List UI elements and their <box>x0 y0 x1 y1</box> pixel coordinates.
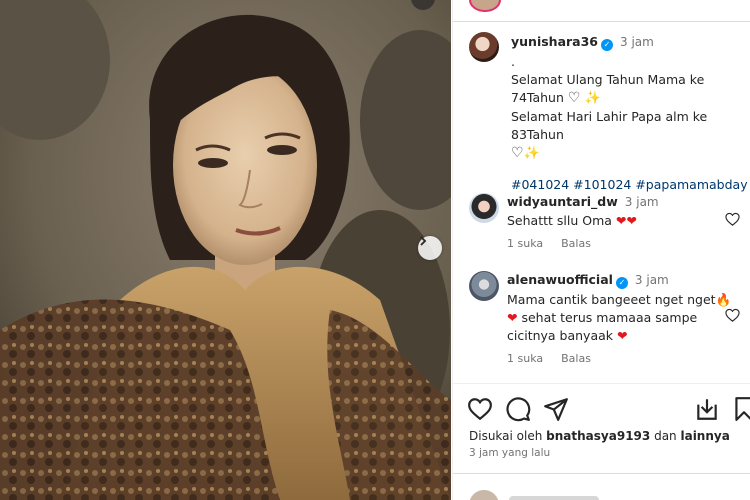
fire-emoji: 🔥 <box>715 292 732 307</box>
likes-prefix: Disukai oleh <box>469 429 543 443</box>
heart-icon[interactable] <box>467 396 493 422</box>
caption-line-4: ♡✨ <box>511 144 750 163</box>
comment-icon[interactable] <box>505 396 531 422</box>
add-comment-bar <box>453 473 750 500</box>
chevron-right-icon <box>420 236 427 246</box>
comment-1: widyauntari_dw 3 jam Sehattt sllu Oma ❤❤ … <box>469 193 737 250</box>
comment-like-heart-icon[interactable] <box>725 212 740 227</box>
portrait-photo <box>0 0 451 500</box>
comment-meta: 1 suka Balas <box>507 352 747 365</box>
outline-heart-emoji: ♡ <box>567 90 581 106</box>
likes-others-link[interactable]: lainnya <box>680 429 729 443</box>
post-photo <box>0 0 451 500</box>
caption-line-3: Selamat Hari Lahir Papa alm ke 83Tahun <box>511 109 708 142</box>
bookmark-icon[interactable] <box>731 396 750 422</box>
verified-badge-icon: ✓ <box>615 277 628 289</box>
red-heart-emoji: ❤ <box>615 213 627 228</box>
current-user-avatar <box>469 490 499 500</box>
save-to-collection-icon[interactable] <box>694 396 720 422</box>
header-avatar[interactable] <box>469 0 501 12</box>
likes-summary: Disukai oleh bnathasya9193 dan lainnya <box>469 429 730 443</box>
comment-2: alenawuofficial ✓ 3 jam Mama cantik bangee… <box>469 271 747 365</box>
likes-connector: dan <box>654 429 677 443</box>
comment-time[interactable]: 3 jam <box>625 195 659 209</box>
comment-time[interactable]: 3 jam <box>635 273 669 287</box>
red-heart-emoji: ❤ <box>626 213 637 228</box>
comment-text: Mama cantik bangeeet nget nget🔥 ❤ sehat … <box>507 292 732 343</box>
caption-hashtags[interactable]: #041024 #101024 #papamamabday <box>511 177 750 192</box>
red-heart-emoji: ❤ <box>617 328 628 343</box>
comment-reply-button[interactable]: Balas <box>561 237 591 250</box>
commenter-avatar[interactable] <box>469 193 499 223</box>
author-username[interactable]: yunishara36 <box>511 34 598 49</box>
comment-username[interactable]: alenawuofficial <box>507 272 613 287</box>
commenter-avatar[interactable] <box>469 271 499 301</box>
author-avatar[interactable] <box>469 32 499 62</box>
comment-reply-button[interactable]: Balas <box>561 352 591 365</box>
sparkles-emoji: ✨ <box>523 146 540 161</box>
comment-meta: 1 suka Balas <box>507 237 737 250</box>
comment-like-count[interactable]: 1 suka <box>507 352 543 365</box>
posted-time[interactable]: 3 jam yang lalu <box>469 447 550 459</box>
next-photo-button[interactable] <box>418 236 442 260</box>
post-header <box>453 0 750 22</box>
caption-line-2: 74Tahun ♡ ✨ <box>511 90 601 106</box>
caption-text: . Selamat Ulang Tahun Mama ke 74Tahun ♡ … <box>511 53 750 163</box>
post-actions <box>453 383 750 431</box>
verified-badge-icon: ✓ <box>601 39 613 51</box>
comment-like-heart-icon[interactable] <box>725 308 740 323</box>
outline-heart-emoji: ♡ <box>511 145 524 161</box>
comment-text: Sehattt sllu Oma ❤❤ <box>507 213 637 228</box>
comment-username[interactable]: widyauntari_dw <box>507 194 618 209</box>
share-icon[interactable] <box>543 396 569 422</box>
comment-like-count[interactable]: 1 suka <box>507 237 543 250</box>
caption-dot: . <box>511 54 515 69</box>
post-caption: yunishara36 ✓ 3 jam . Selamat Ulang Tahun … <box>469 32 750 192</box>
caption-time[interactable]: 3 jam <box>620 35 654 49</box>
red-heart-emoji: ❤ <box>507 310 518 325</box>
caption-line-1: Selamat Ulang Tahun Mama ke <box>511 72 705 87</box>
post-side-panel: yunishara36 ✓ 3 jam . Selamat Ulang Tahun … <box>452 0 750 500</box>
add-comment-placeholder[interactable] <box>509 496 599 500</box>
sparkles-emoji: ✨ <box>584 91 601 106</box>
liker-username[interactable]: bnathasya9193 <box>546 429 650 443</box>
